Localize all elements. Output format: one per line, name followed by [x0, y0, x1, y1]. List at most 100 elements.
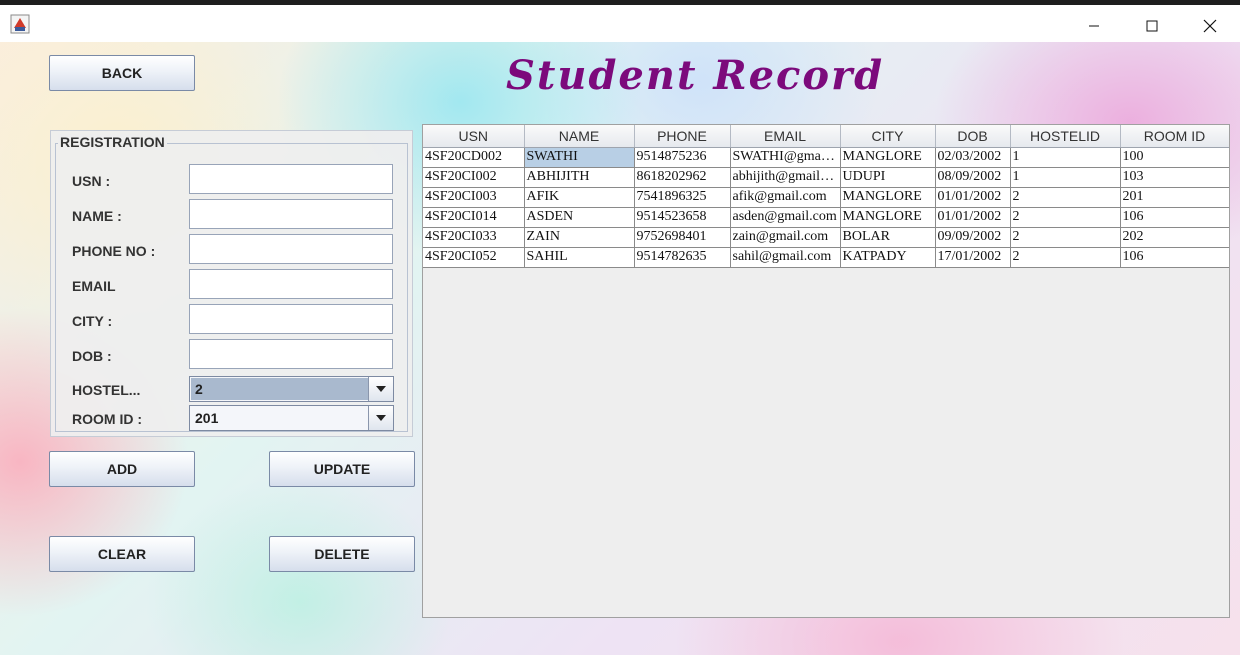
table-cell[interactable]: 106	[1120, 247, 1229, 268]
table-cell[interactable]: sahil@gmail.com	[730, 247, 841, 268]
update-button[interactable]: UPDATE	[269, 451, 415, 487]
table-cell[interactable]: MANGLORE	[840, 207, 936, 228]
phone-label: PHONE NO :	[72, 243, 156, 259]
clear-button[interactable]: CLEAR	[49, 536, 195, 572]
table-cell[interactable]: 2	[1010, 187, 1121, 208]
table-cell[interactable]: 4SF20CD002	[423, 147, 525, 168]
table-cell[interactable]: 4SF20CI002	[423, 167, 525, 188]
room-id-selected-value: 201	[195, 410, 219, 426]
table-cell[interactable]: 202	[1120, 227, 1229, 248]
room-id-select[interactable]: 201	[189, 405, 394, 431]
table-cell[interactable]: 02/03/2002	[935, 147, 1011, 168]
close-button[interactable]	[1187, 10, 1233, 42]
table-cell[interactable]: 2	[1010, 207, 1121, 228]
table-cell[interactable]: 9514523658	[634, 207, 731, 228]
chevron-down-icon	[376, 415, 386, 421]
city-input[interactable]	[189, 304, 393, 334]
table-cell[interactable]: ASDEN	[524, 207, 635, 228]
table-cell[interactable]: asden@gmail.com	[730, 207, 841, 228]
dob-input[interactable]	[189, 339, 393, 369]
table-row[interactable]: 4SF20CI003 AFIK 7541896325 afik@gmail.co…	[423, 187, 1229, 208]
table-cell[interactable]: 4SF20CI014	[423, 207, 525, 228]
column-header[interactable]: CITY	[840, 125, 936, 148]
maximize-button[interactable]	[1129, 10, 1175, 42]
table-cell[interactable]: 4SF20CI003	[423, 187, 525, 208]
table-cell[interactable]: 01/01/2002	[935, 187, 1011, 208]
room-id-dropdown-button[interactable]	[368, 406, 393, 430]
table-cell[interactable]: MANGLORE	[840, 187, 936, 208]
table-cell[interactable]: 1	[1010, 147, 1121, 168]
hostel-selected-value: 2	[191, 378, 368, 400]
table-row[interactable]: 4SF20CI052 SAHIL 9514782635 sahil@gmail.…	[423, 247, 1229, 268]
table-cell[interactable]: zain@gmail.com	[730, 227, 841, 248]
table-cell[interactable]: MANGLORE	[840, 147, 936, 168]
name-input[interactable]	[189, 199, 393, 229]
table-cell[interactable]: ZAIN	[524, 227, 635, 248]
table-cell[interactable]: 4SF20CI033	[423, 227, 525, 248]
column-header[interactable]: NAME	[524, 125, 635, 148]
hostel-label: HOSTEL...	[72, 382, 141, 398]
table-cell[interactable]: SAHIL	[524, 247, 635, 268]
email-label: EMAIL	[72, 278, 116, 294]
table-row[interactable]: 4SF20CD002 SWATHI 9514875236 SWATHI@gmai…	[423, 147, 1229, 168]
table-cell[interactable]: 103	[1120, 167, 1229, 188]
student-table-panel[interactable]: USN NAME PHONE EMAIL CITY DOB HOSTELID R…	[422, 124, 1230, 618]
table-cell[interactable]: 9752698401	[634, 227, 731, 248]
table-cell[interactable]: 2	[1010, 247, 1121, 268]
table-cell[interactable]: 100	[1120, 147, 1229, 168]
minimize-button[interactable]	[1071, 10, 1117, 42]
table-cell[interactable]: BOLAR	[840, 227, 936, 248]
name-label: NAME :	[72, 208, 122, 224]
table-cell[interactable]: AFIK	[524, 187, 635, 208]
add-button[interactable]: ADD	[49, 451, 195, 487]
column-header[interactable]: ROOM ID	[1120, 125, 1229, 148]
city-label: CITY :	[72, 313, 113, 329]
chevron-down-icon	[376, 386, 386, 392]
table-row[interactable]: 4SF20CI002 ABHIJITH 8618202962 abhijith@…	[423, 167, 1229, 188]
table-cell[interactable]: 01/01/2002	[935, 207, 1011, 228]
hostel-select[interactable]: 2	[189, 376, 394, 402]
table-cell[interactable]: afik@gmail.com	[730, 187, 841, 208]
close-icon	[1203, 19, 1217, 33]
table-row[interactable]: 4SF20CI014 ASDEN 9514523658 asden@gmail.…	[423, 207, 1229, 228]
table-cell[interactable]: UDUPI	[840, 167, 936, 188]
back-button[interactable]: BACK	[49, 55, 195, 91]
java-cup-icon	[10, 14, 30, 34]
table-cell[interactable]: KATPADY	[840, 247, 936, 268]
table-cell[interactable]: 9514782635	[634, 247, 731, 268]
table-cell[interactable]: 7541896325	[634, 187, 731, 208]
minimize-icon	[1089, 25, 1099, 27]
table-cell[interactable]: 08/09/2002	[935, 167, 1011, 188]
table-cell[interactable]: 1	[1010, 167, 1121, 188]
column-header[interactable]: DOB	[935, 125, 1011, 148]
usn-input[interactable]	[189, 164, 393, 194]
usn-label: USN :	[72, 173, 111, 189]
column-header[interactable]: USN	[423, 125, 525, 148]
table-row[interactable]: 4SF20CI033 ZAIN 9752698401 zain@gmail.co…	[423, 227, 1229, 248]
student-table[interactable]: USN NAME PHONE EMAIL CITY DOB HOSTELID R…	[423, 125, 1229, 268]
table-cell[interactable]: 106	[1120, 207, 1229, 228]
phone-input[interactable]	[189, 234, 393, 264]
table-cell[interactable]: 9514875236	[634, 147, 731, 168]
column-header[interactable]: EMAIL	[730, 125, 841, 148]
table-cell[interactable]: 201	[1120, 187, 1229, 208]
table-cell[interactable]: 2	[1010, 227, 1121, 248]
hostel-dropdown-button[interactable]	[368, 377, 393, 401]
table-cell[interactable]: 09/09/2002	[935, 227, 1011, 248]
email-input[interactable]	[189, 269, 393, 299]
table-cell[interactable]: abhijith@gmail.com	[730, 167, 841, 188]
table-header-row: USN NAME PHONE EMAIL CITY DOB HOSTELID R…	[423, 125, 1229, 148]
column-header[interactable]: PHONE	[634, 125, 731, 148]
app-content: BACK Student Record REGISTRATION USN : N…	[0, 42, 1240, 655]
table-cell-selected[interactable]: SWATHI	[524, 147, 635, 168]
registration-panel: REGISTRATION USN : NAME : PHONE NO : EMA…	[50, 130, 413, 437]
dob-label: DOB :	[72, 348, 112, 364]
column-header[interactable]: HOSTELID	[1010, 125, 1121, 148]
page-title: Student Record	[506, 52, 885, 99]
table-cell[interactable]: 4SF20CI052	[423, 247, 525, 268]
table-cell[interactable]: ABHIJITH	[524, 167, 635, 188]
table-cell[interactable]: 8618202962	[634, 167, 731, 188]
table-cell[interactable]: 17/01/2002	[935, 247, 1011, 268]
table-cell[interactable]: SWATHI@gmail.com	[730, 147, 841, 168]
delete-button[interactable]: DELETE	[269, 536, 415, 572]
